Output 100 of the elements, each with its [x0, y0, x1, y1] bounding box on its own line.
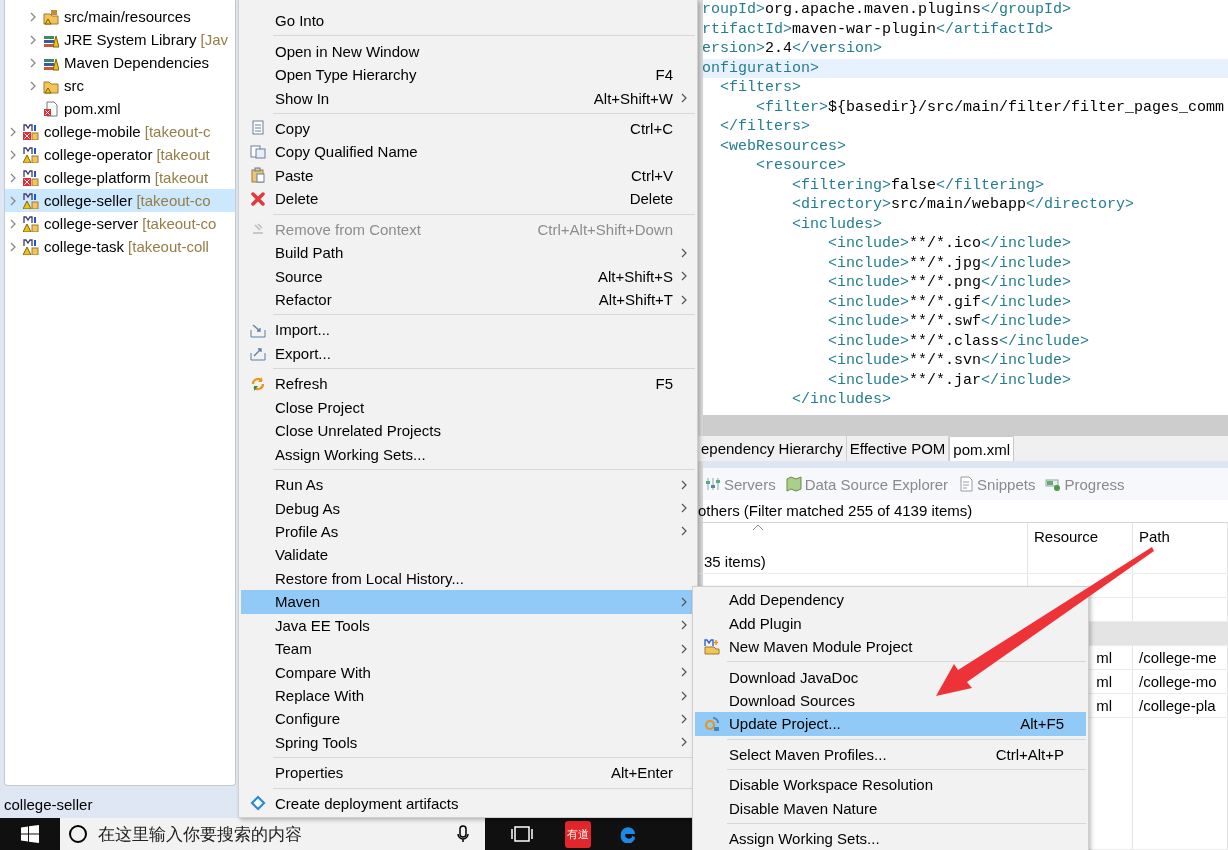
snippets-icon[interactable] — [958, 476, 975, 492]
code-line: <include>**/*.gif</include> — [827, 293, 1072, 311]
menu-item[interactable]: Download Sources — [695, 688, 1086, 713]
menu-item[interactable]: Configure — [241, 707, 695, 731]
menu-item[interactable]: Assign Working Sets... — [241, 442, 695, 466]
code-line: rtifactId>maven-war-plugin</artifactId> — [703, 20, 1054, 38]
menu-item[interactable]: Paste Ctrl+V — [241, 163, 695, 188]
menu-item[interactable]: Restore from Local History... — [241, 566, 695, 591]
menu-item[interactable]: New Maven Module Project — [695, 634, 1086, 659]
menu-item[interactable]: Close Project — [241, 395, 695, 419]
expand-chevron-icon[interactable] — [9, 149, 17, 160]
menu-item[interactable]: Add Dependency — [695, 588, 1086, 612]
expand-chevron-icon[interactable] — [9, 126, 17, 137]
category-row[interactable]: 35 items) — [704, 553, 766, 570]
tree-item-decoration: [takeout-co — [142, 215, 217, 232]
xml-file-icon — [43, 100, 59, 117]
code-line: <filtering>false</filtering> — [791, 176, 1045, 194]
menu-item[interactable]: Java EE Tools — [241, 613, 695, 637]
map-icon[interactable] — [785, 476, 802, 492]
menu-item[interactable]: Download JavaDoc — [695, 665, 1086, 689]
editor-tab[interactable]: ependency Hierarchy — [698, 436, 847, 461]
code-line: onfiguration> — [703, 59, 820, 77]
menu-item[interactable]: Import... — [241, 318, 695, 342]
table-cell: ml — [1096, 697, 1112, 714]
menu-item[interactable]: Disable Workspace Resolution — [695, 773, 1086, 797]
expand-chevron-icon[interactable] — [9, 218, 17, 229]
package-folder-icon — [43, 8, 59, 25]
progress-icon[interactable] — [1045, 476, 1062, 492]
diamond-icon — [250, 795, 266, 812]
microphone-icon[interactable] — [457, 825, 469, 843]
menu-item[interactable]: Add Plugin — [695, 611, 1086, 635]
project-item[interactable]: college-platform — [44, 169, 151, 186]
menu-item[interactable]: Run As — [241, 472, 695, 497]
code-line: roupId>org.apache.maven.plugins</groupId> — [703, 1, 1072, 18]
search-input[interactable]: 在这里输入你要搜索的内容 — [96, 823, 457, 845]
menu-item[interactable]: Spring Tools — [241, 730, 695, 755]
tree-item[interactable]: src — [64, 77, 84, 94]
menu-item[interactable]: Export... — [241, 341, 695, 366]
menu-item[interactable]: Refactor Alt+Shift+T — [241, 287, 695, 312]
expand-chevron-icon[interactable] — [9, 241, 17, 252]
dictionary-app-icon[interactable]: 有道 — [565, 820, 591, 848]
project-item[interactable]: college-operator — [44, 146, 153, 163]
task-view-icon[interactable] — [511, 825, 533, 843]
expand-chevron-icon[interactable] — [29, 57, 37, 68]
tree-item-decoration: [takeout-co — [136, 192, 211, 209]
expand-chevron-icon[interactable] — [29, 34, 37, 45]
column-header[interactable]: Resource — [1028, 523, 1133, 550]
menu-item[interactable]: Select Maven Profiles... Ctrl+Alt+P — [695, 742, 1086, 767]
editor-tab[interactable]: pom.xml — [949, 436, 1015, 461]
tree-item[interactable]: src/main/resources — [64, 8, 191, 25]
expand-chevron-icon[interactable] — [29, 80, 37, 91]
filter-summary: others (Filter matched 255 of 4139 items) — [698, 502, 973, 519]
search-field[interactable]: 在这里输入你要搜索的内容 — [60, 818, 485, 850]
code-line: <resource> — [755, 157, 847, 174]
menu-item[interactable]: Compare With — [241, 660, 695, 684]
menu-item[interactable]: Maven — [241, 590, 695, 614]
project-item[interactable]: college-server — [44, 215, 139, 232]
menu-item[interactable]: Source Alt+Shift+S — [241, 264, 695, 288]
code-line: <include>**/*.svn</include> — [827, 352, 1072, 369]
menu-item[interactable]: Team — [241, 636, 695, 661]
code-line: <directory>src/main/webapp</directory> — [791, 196, 1135, 213]
expand-chevron-icon[interactable] — [29, 11, 37, 22]
code-line: <include>**/*.jpg</include> — [827, 254, 1072, 272]
menu-item[interactable]: Profile As — [241, 519, 695, 544]
expand-chevron-icon[interactable] — [9, 195, 17, 206]
project-item[interactable]: college-seller — [44, 192, 133, 209]
update-icon — [704, 715, 720, 732]
tree-item-decoration: [takeout — [156, 146, 210, 163]
menu-item[interactable]: Assign Working Sets... — [695, 826, 1086, 850]
menu-item[interactable]: Delete Delete — [241, 187, 695, 211]
code-line: <webResources> — [719, 137, 847, 155]
project-item[interactable]: college-task — [44, 238, 125, 255]
code-line: </filters> — [719, 118, 811, 135]
menu-item[interactable]: Open in New Window — [241, 39, 695, 63]
menu-item[interactable]: Update Project... Alt+F5 — [695, 712, 1086, 736]
menu-item[interactable]: Create deployment artifacts — [241, 791, 695, 815]
menu-item[interactable]: Go Into — [241, 9, 695, 33]
expand-chevron-icon[interactable] — [9, 172, 17, 183]
menu-item[interactable]: Show In Alt+Shift+W — [241, 86, 695, 110]
tree-item[interactable]: JRE System Library — [64, 31, 197, 48]
servers-icon[interactable] — [705, 476, 721, 492]
menu-item[interactable]: Open Type Hierarchy F4 — [241, 62, 695, 87]
project-item[interactable]: college-mobile — [44, 123, 141, 140]
menu-item[interactable]: Build Path — [241, 240, 695, 265]
menu-item[interactable]: Close Unrelated Projects — [241, 419, 695, 443]
tree-item-decoration: [takeout-c — [144, 123, 211, 140]
tree-item[interactable]: Maven Dependencies — [64, 54, 210, 71]
menu-item[interactable]: Replace With — [241, 683, 695, 708]
windows-start-icon[interactable] — [21, 825, 39, 843]
tree-item[interactable]: pom.xml — [64, 100, 121, 117]
menu-item[interactable]: Validate — [241, 543, 695, 567]
menu-item[interactable]: Copy Qualified Name — [241, 140, 695, 164]
menu-item[interactable]: Properties Alt+Enter — [241, 761, 695, 785]
menu-item[interactable]: Refresh F5 — [241, 372, 695, 396]
menu-item[interactable]: Debug As — [241, 496, 695, 520]
menu-item[interactable]: Disable Maven Nature — [695, 796, 1086, 820]
export-icon — [250, 345, 266, 362]
status-text: college-seller — [4, 795, 93, 813]
code-line: <filters> — [719, 79, 802, 96]
menu-item[interactable]: Copy Ctrl+C — [241, 116, 695, 141]
